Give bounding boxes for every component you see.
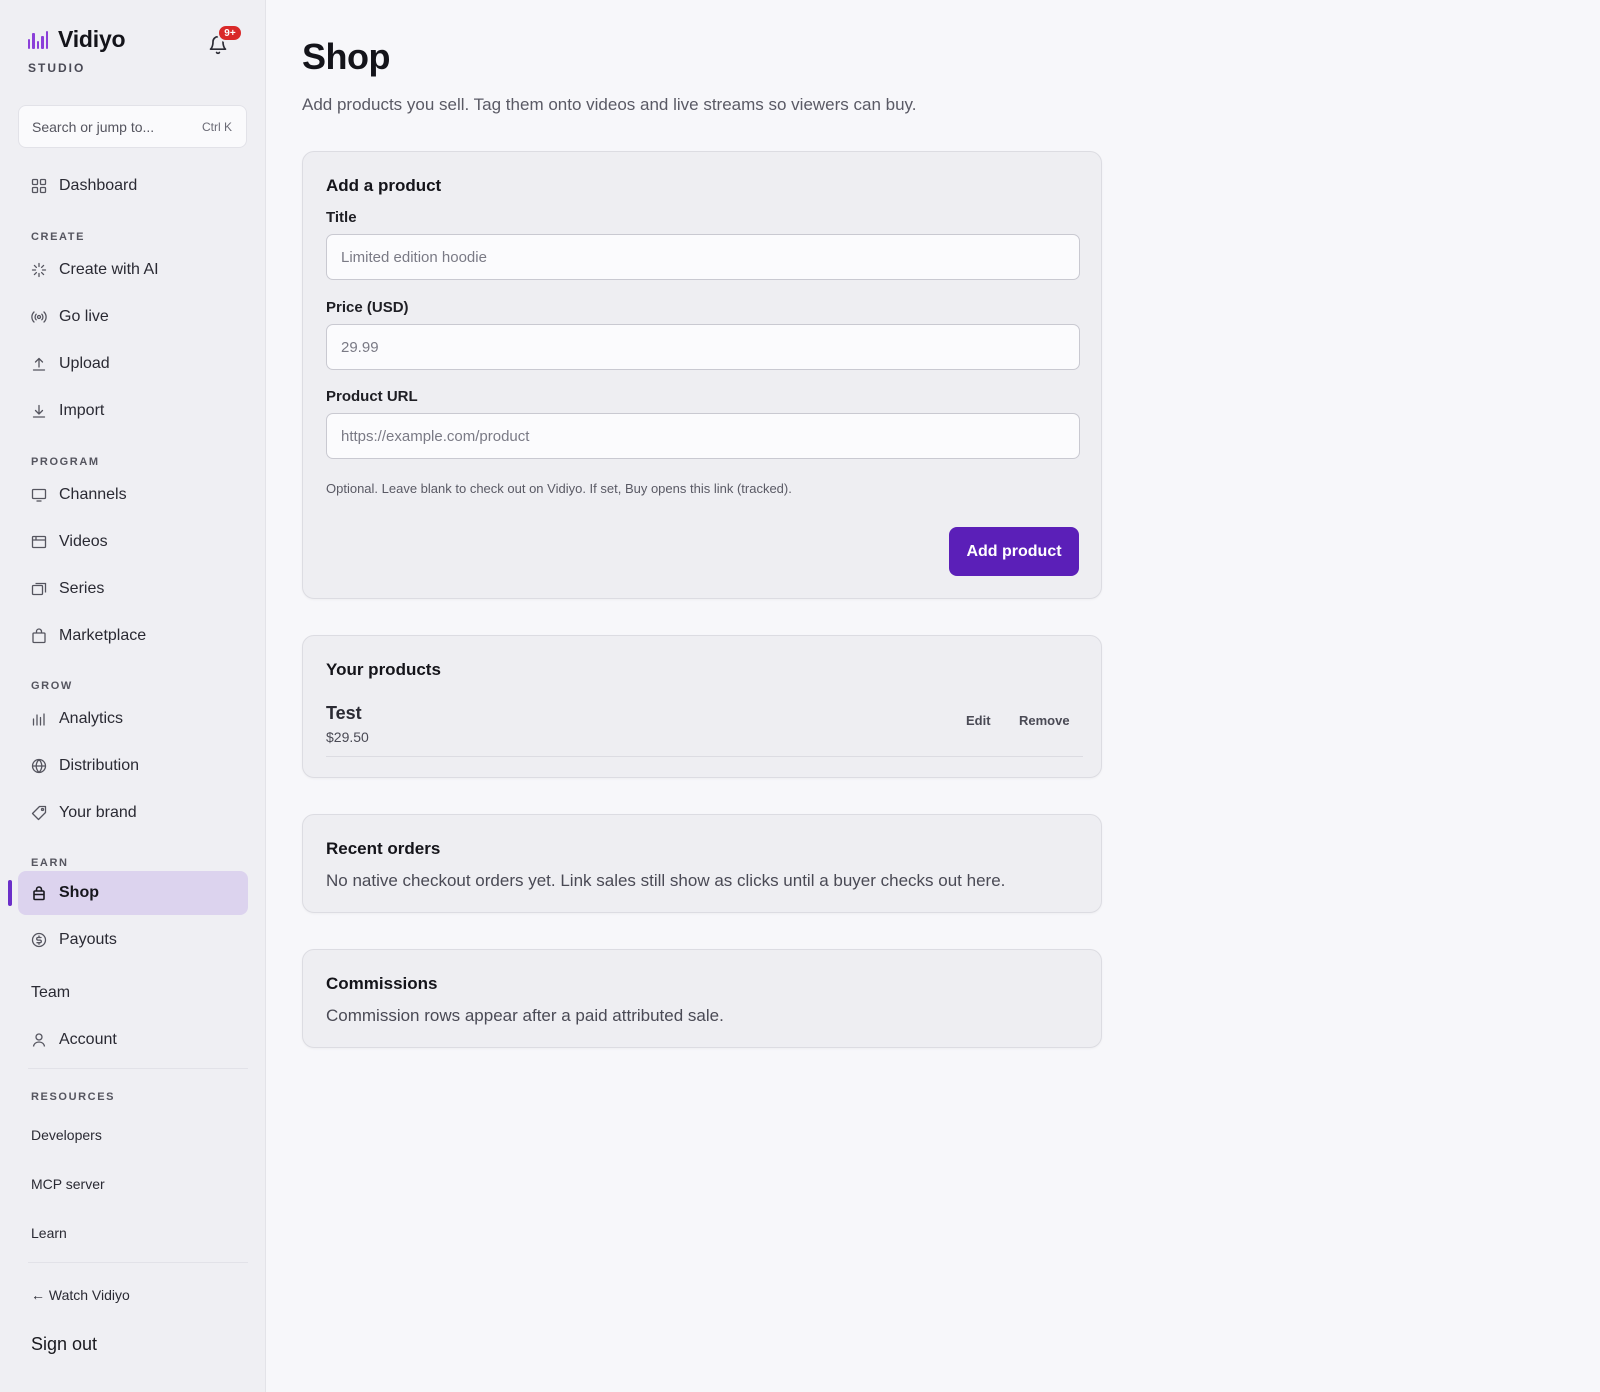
notifications-button[interactable]: 9+: [203, 24, 243, 62]
sidebar-item-account[interactable]: Account: [18, 1018, 248, 1062]
product-url-label: Product URL: [326, 388, 418, 405]
sidebar-item-label: Upload: [59, 355, 110, 372]
sidebar-item-shop[interactable]: Shop: [18, 871, 248, 915]
search-shortcut: Ctrl K: [202, 119, 232, 134]
app-root: Vidiyo STUDIO 9+ Search or jump to... Ct…: [0, 0, 1600, 1392]
section-label-earn: EARN: [31, 857, 69, 869]
price-label: Price (USD): [326, 299, 409, 316]
remove-product-button[interactable]: Remove: [1019, 713, 1070, 728]
dollar-circle-icon: [31, 932, 47, 948]
product-name: Test: [326, 703, 362, 723]
link-learn[interactable]: Learn: [31, 1225, 67, 1241]
sidebar-item-distribution[interactable]: Distribution: [18, 744, 248, 788]
add-product-button[interactable]: Add product: [949, 527, 1079, 576]
sidebar-item-payouts[interactable]: Payouts: [18, 918, 248, 962]
link-watch-vidiyo[interactable]: ← Watch Vidiyo: [31, 1287, 130, 1303]
sidebar-item-import[interactable]: Import: [18, 389, 248, 433]
price-input[interactable]: [326, 324, 1080, 370]
sidebar-item-label: Dashboard: [59, 177, 138, 194]
sidebar-item-team[interactable]: Team: [18, 971, 248, 1015]
section-label-program: PROGRAM: [31, 456, 100, 468]
product-price: $29.50: [326, 729, 369, 745]
brand-name: Vidiyo: [58, 26, 126, 52]
title-input[interactable]: [326, 234, 1080, 280]
sidebar-item-label: Import: [59, 402, 105, 419]
section-label-create: CREATE: [31, 231, 86, 243]
tag-icon: [31, 805, 47, 821]
page-subtitle: Add products you sell. Tag them onto vid…: [302, 95, 917, 114]
product-row: Test $29.50 Edit Remove: [326, 703, 1083, 757]
upload-icon: [31, 356, 47, 372]
logo-icon: [28, 30, 49, 49]
sidebar-item-channels[interactable]: Channels: [18, 473, 248, 517]
sidebar-item-dashboard[interactable]: Dashboard: [18, 164, 248, 208]
sidebar-item-label: Marketplace: [59, 627, 147, 644]
sidebar-item-series[interactable]: Series: [18, 567, 248, 611]
main-content: Shop Add products you sell. Tag them ont…: [266, 0, 1600, 1392]
sidebar-item-label: Series: [59, 580, 105, 597]
commissions-empty-text: Commission rows appear after a paid attr…: [326, 1006, 724, 1025]
sidebar-item-label: Shop: [59, 884, 99, 901]
recent-orders-card: Recent orders No native checkout orders …: [302, 814, 1102, 913]
section-label-grow: GROW: [31, 680, 73, 692]
sidebar-item-label: Payouts: [59, 931, 117, 948]
sidebar-item-label: Analytics: [59, 710, 124, 727]
page-title: Shop: [302, 36, 390, 77]
card-title: Add a product: [326, 176, 442, 195]
sidebar-item-label: Your brand: [59, 804, 137, 821]
card-title: Recent orders: [326, 839, 441, 858]
product-url-input[interactable]: [326, 413, 1080, 459]
broadcast-icon: [31, 309, 47, 325]
sidebar-item-label: Videos: [59, 533, 108, 550]
sidebar-item-upload[interactable]: Upload: [18, 342, 248, 386]
stack-icon: [31, 581, 47, 597]
your-products-card: Your products Test $29.50 Edit Remove: [302, 635, 1102, 778]
sign-out-button[interactable]: Sign out: [31, 1334, 97, 1355]
sidebar-item-go-live[interactable]: Go live: [18, 295, 248, 339]
notification-badge: 9+: [217, 24, 243, 42]
sidebar-item-your-brand[interactable]: Your brand: [18, 791, 248, 835]
sidebar-item-label: Team: [31, 984, 71, 1001]
globe-icon: [31, 758, 47, 774]
search-placeholder: Search or jump to...: [32, 118, 155, 135]
link-mcp-server[interactable]: MCP server: [31, 1176, 105, 1192]
download-icon: [31, 403, 47, 419]
film-icon: [31, 534, 47, 550]
sidebar-item-label: Go live: [59, 308, 109, 325]
sidebar-item-create-with-ai[interactable]: Create with AI: [18, 248, 248, 292]
bar-chart-icon: [31, 711, 47, 727]
sparkle-icon: [31, 262, 47, 278]
sidebar-item-label: Channels: [59, 486, 127, 503]
card-title: Commissions: [326, 974, 438, 993]
add-product-card: Add a product Title Price (USD) Product …: [302, 151, 1102, 599]
sidebar-divider: [28, 1068, 248, 1069]
edit-product-button[interactable]: Edit: [966, 713, 991, 728]
bag-icon: [31, 628, 47, 644]
sidebar-item-marketplace[interactable]: Marketplace: [18, 614, 248, 658]
orders-empty-text: No native checkout orders yet. Link sale…: [326, 871, 1006, 890]
link-developers[interactable]: Developers: [31, 1127, 102, 1143]
commissions-card: Commissions Commission rows appear after…: [302, 949, 1102, 1048]
monitor-icon: [31, 487, 47, 503]
search-input[interactable]: Search or jump to... Ctrl K: [18, 105, 247, 148]
user-icon: [31, 1032, 47, 1048]
product-url-hint: Optional. Leave blank to check out on Vi…: [326, 481, 792, 496]
active-indicator: [8, 880, 12, 906]
sidebar-item-label: Account: [59, 1031, 117, 1048]
sidebar-item-videos[interactable]: Videos: [18, 520, 248, 564]
sidebar-divider: [28, 1262, 248, 1263]
title-label: Title: [326, 209, 357, 226]
sidebar: Vidiyo STUDIO 9+ Search or jump to... Ct…: [0, 0, 266, 1392]
sidebar-item-analytics[interactable]: Analytics: [18, 697, 248, 741]
brand-row: Vidiyo: [28, 26, 126, 53]
brand[interactable]: Vidiyo STUDIO: [28, 26, 126, 75]
brand-subtitle: STUDIO: [28, 61, 86, 75]
card-title: Your products: [326, 660, 441, 679]
sidebar-item-label: Distribution: [59, 757, 140, 774]
shopping-bag-icon: [31, 885, 47, 901]
section-label-resources: RESOURCES: [31, 1091, 116, 1103]
sidebar-item-label: Create with AI: [59, 261, 159, 278]
grid-icon: [31, 178, 47, 194]
